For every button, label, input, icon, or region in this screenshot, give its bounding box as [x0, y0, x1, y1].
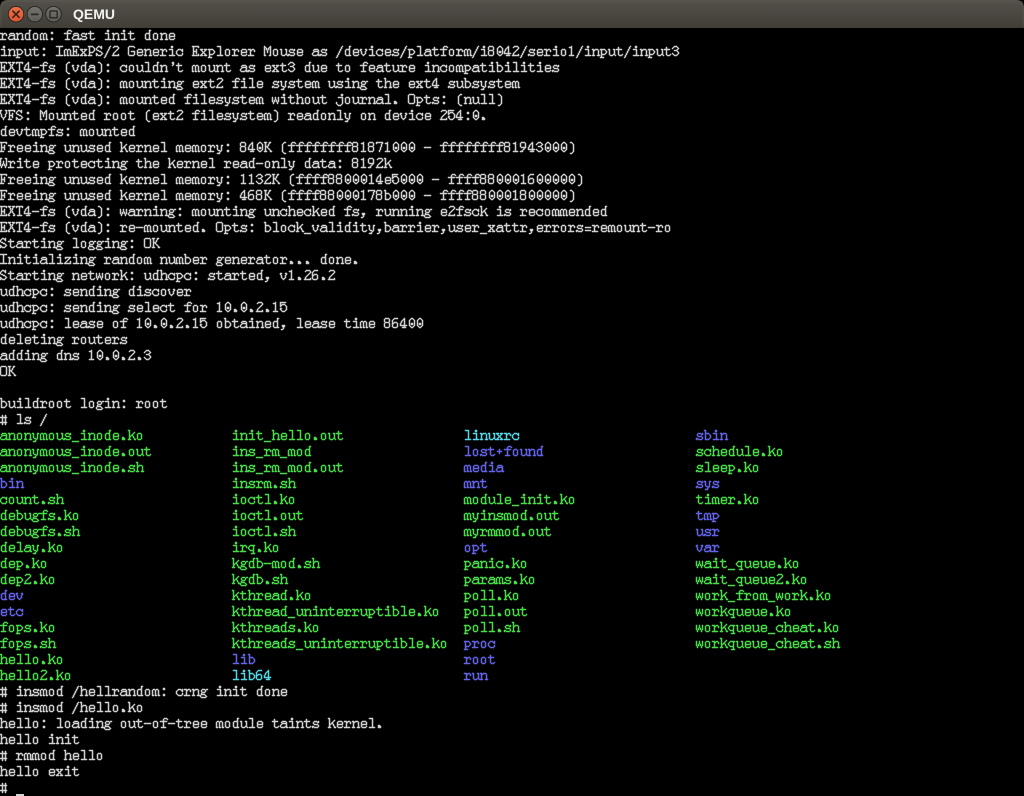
svg-text:QEMU: QEMU — [73, 6, 115, 22]
